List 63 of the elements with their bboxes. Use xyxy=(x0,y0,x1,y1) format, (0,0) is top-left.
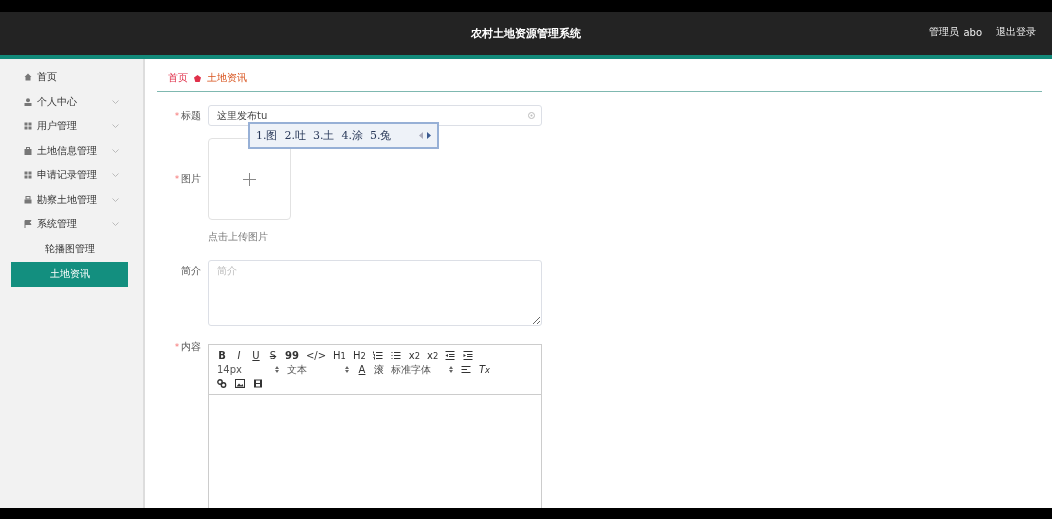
user-role: 管理员 xyxy=(929,25,960,39)
format-button[interactable]: I xyxy=(234,349,244,362)
page-arrows-icon[interactable] xyxy=(419,132,431,139)
align-left-icon[interactable] xyxy=(461,365,471,374)
format-button[interactable]: 99 xyxy=(285,349,299,362)
format-button[interactable]: B xyxy=(217,349,227,362)
logout-link[interactable]: 退出登录 xyxy=(996,25,1036,39)
breadcrumb-link[interactable]: 首页 xyxy=(168,71,188,85)
format-button[interactable]: </> xyxy=(305,349,327,362)
outdent-icon[interactable] xyxy=(445,351,456,360)
format-select[interactable]: 14px xyxy=(217,363,279,376)
bag-icon xyxy=(24,146,32,155)
sidebar-item[interactable]: 勘察土地管理 xyxy=(0,187,143,212)
sidebar-item[interactable]: 土地信息管理 xyxy=(0,138,143,163)
bullet-list-icon[interactable] xyxy=(390,351,401,360)
updown-icon xyxy=(449,366,453,373)
field-label: * 内容 xyxy=(174,340,202,354)
chevron-down-icon xyxy=(112,124,119,129)
chevron-down-icon xyxy=(112,173,119,178)
format-select[interactable]: 文本 xyxy=(287,363,349,376)
flag-icon xyxy=(24,220,32,229)
link-icon[interactable] xyxy=(217,379,227,388)
chevron-down-icon xyxy=(112,222,119,227)
sidebar-item[interactable]: 申请记录管理 xyxy=(0,163,143,188)
upload-hint: 点击上传图片 xyxy=(208,230,269,244)
printer-icon xyxy=(24,195,32,204)
format-button[interactable]: U xyxy=(251,349,261,362)
person-icon xyxy=(24,97,32,106)
user-name: abo xyxy=(963,26,982,38)
field-label: * 标题 xyxy=(174,108,202,123)
field-label: * 图片 xyxy=(174,172,202,186)
updown-icon xyxy=(345,366,349,373)
home-icon xyxy=(24,73,32,82)
sidebar-item[interactable]: 系统管理 xyxy=(0,212,143,237)
sidebar-item[interactable]: 个人中心 xyxy=(0,89,143,114)
ime-candidate[interactable]: 3.土 xyxy=(313,128,335,143)
indent-icon[interactable] xyxy=(463,351,474,360)
format-button[interactable]: A xyxy=(357,363,367,376)
ime-candidate[interactable]: 5.兔 xyxy=(370,128,392,143)
ime-candidate[interactable]: 1.图 xyxy=(256,128,278,143)
format-button[interactable]: S xyxy=(268,349,278,362)
updown-icon xyxy=(275,366,279,373)
breadcrumb-current: 土地资讯 xyxy=(207,71,247,85)
field-label: 简介 xyxy=(180,264,202,278)
chevron-down-icon xyxy=(112,148,119,153)
sidebar-subitem[interactable]: 土地资讯 xyxy=(11,261,128,287)
ime-candidate[interactable]: 2.吐 xyxy=(284,128,306,143)
sidebar-subitem[interactable]: 轮播图管理 xyxy=(11,236,128,262)
format-select[interactable]: 标准字体 xyxy=(391,363,453,376)
chevron-down-icon xyxy=(112,197,119,202)
image-icon[interactable] xyxy=(235,379,245,388)
sidebar-item[interactable]: 用户管理 xyxy=(0,114,143,139)
plus-icon xyxy=(243,172,256,186)
pentagon-icon xyxy=(194,74,201,82)
format-button[interactable]: 滚 xyxy=(374,363,384,376)
film-icon[interactable] xyxy=(253,379,263,388)
grid-icon xyxy=(24,171,32,180)
ime-candidate[interactable]: 4.涂 xyxy=(341,128,363,143)
app-title: 农村土地资源管理系统 xyxy=(471,26,581,41)
chevron-down-icon xyxy=(112,99,119,104)
ordered-list-icon[interactable] xyxy=(372,351,383,360)
sidebar-item[interactable]: 首页 xyxy=(0,65,143,90)
grid-icon xyxy=(24,122,32,131)
